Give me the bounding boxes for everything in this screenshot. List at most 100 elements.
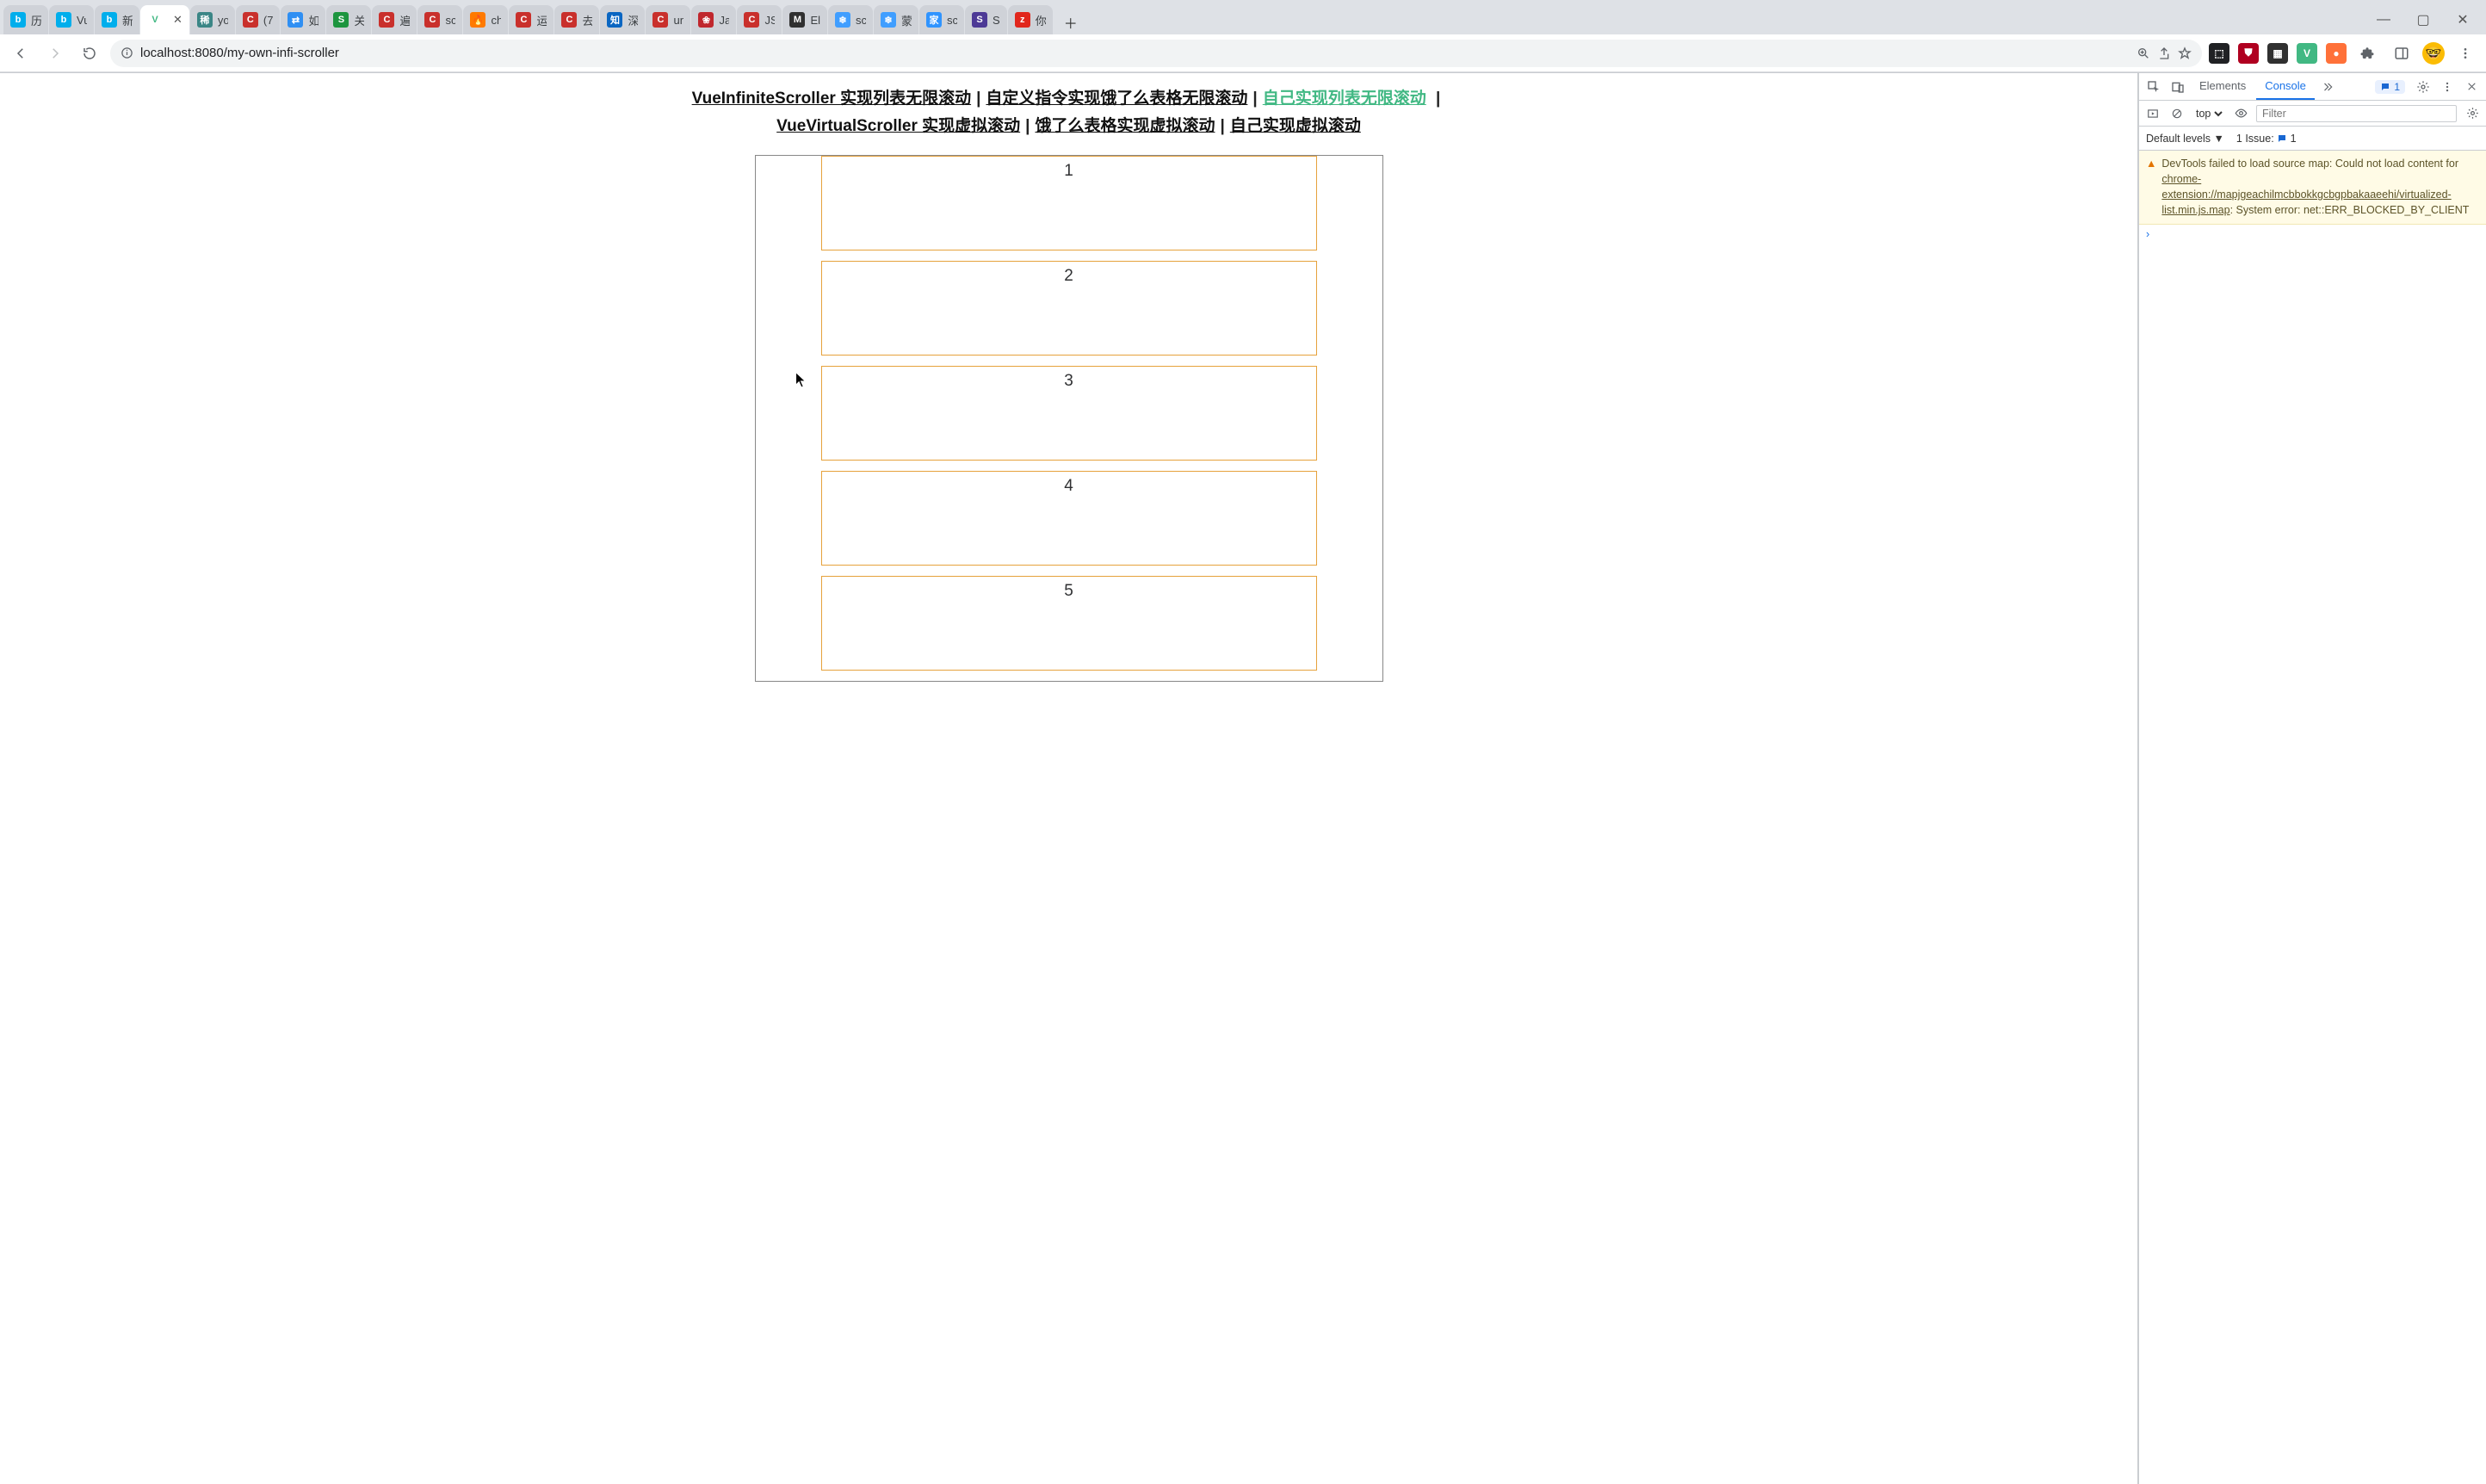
panel-icon: [2394, 46, 2409, 61]
tab-favicon: C: [243, 12, 258, 28]
chrome-menu-button[interactable]: [2452, 40, 2479, 67]
browser-tab[interactable]: 知深: [600, 5, 645, 34]
browser-tab[interactable]: ❄蒙: [874, 5, 918, 34]
browser-tab[interactable]: Csc: [417, 5, 462, 34]
profile-avatar[interactable]: 🤓: [2422, 42, 2445, 65]
browser-tab[interactable]: C遍: [372, 5, 417, 34]
device-toolbar-button[interactable]: [2167, 76, 2189, 98]
browser-tab[interactable]: 🔥ch: [463, 5, 508, 34]
clear-console-button[interactable]: [2168, 102, 2186, 125]
play-box-icon: [2147, 108, 2159, 120]
console-context-select[interactable]: top: [2192, 107, 2225, 121]
extension-icon[interactable]: ▦: [2267, 43, 2288, 64]
live-expression-button[interactable]: [2232, 102, 2249, 125]
tab-close-button[interactable]: ✕: [173, 13, 182, 27]
bookmark-star-icon[interactable]: [2178, 46, 2192, 60]
forward-button[interactable]: [41, 40, 69, 67]
share-icon[interactable]: [2157, 46, 2171, 60]
devtools-close-button[interactable]: [2460, 76, 2483, 98]
browser-tab[interactable]: V✕: [140, 5, 189, 34]
window-maximize-button[interactable]: ▢: [2403, 5, 2443, 34]
sidepanel-button[interactable]: [2388, 40, 2415, 67]
zoom-icon[interactable]: [2137, 46, 2150, 60]
browser-tab[interactable]: Cun: [646, 5, 690, 34]
browser-tab[interactable]: CJS: [737, 5, 782, 34]
kebab-icon: [2441, 81, 2453, 93]
devtools-settings-button[interactable]: [2412, 76, 2434, 98]
browser-tab[interactable]: SS: [965, 5, 1007, 34]
nav-link[interactable]: 自定义指令实现饿了么表格无限滚动: [986, 90, 1247, 108]
tab-title: (7: [263, 14, 274, 27]
tab-title: S: [993, 14, 1000, 27]
tab-favicon: b: [10, 12, 26, 28]
tab-favicon: C: [744, 12, 759, 28]
console-prompt[interactable]: ›: [2139, 225, 2486, 244]
console-settings-button[interactable]: [2464, 102, 2481, 125]
tab-favicon: 稀: [197, 12, 213, 28]
omnibox[interactable]: localhost:8080/my-own-infi-scroller: [110, 40, 2202, 67]
site-info-icon[interactable]: [121, 46, 133, 59]
browser-tab[interactable]: MEl: [782, 5, 827, 34]
list-item: 2: [821, 261, 1317, 356]
console-output[interactable]: ▲ DevTools failed to load source map: Co…: [2139, 151, 2486, 1484]
nav-link[interactable]: VueVirtualScroller 实现虚拟滚动: [776, 117, 1020, 135]
console-filter-input[interactable]: [2256, 105, 2457, 122]
tab-favicon: S: [333, 12, 349, 28]
extension-icon[interactable]: ⛊: [2238, 43, 2259, 64]
devtools-error-count: 1: [2394, 81, 2400, 93]
window-close-button[interactable]: ✕: [2443, 5, 2483, 34]
tab-title: 去: [582, 12, 592, 28]
browser-tab[interactable]: b历: [3, 5, 48, 34]
browser-tab[interactable]: C去: [554, 5, 599, 34]
devtools-tab-console[interactable]: Console: [2256, 73, 2315, 100]
tab-favicon: ⇄: [288, 12, 303, 28]
log-levels-dropdown[interactable]: Default levels ▼: [2146, 133, 2224, 145]
devtools-tab-elements[interactable]: Elements: [2191, 73, 2254, 100]
tab-title: 运: [536, 12, 547, 28]
arrow-right-icon: [47, 46, 63, 61]
browser-tab[interactable]: ❀Ja: [691, 5, 736, 34]
warning-icon: ▲: [2146, 156, 2156, 219]
nav-link[interactable]: 自己实现列表无限滚动: [1263, 90, 1426, 108]
browser-tab[interactable]: ⇄如: [281, 5, 325, 34]
nav-link[interactable]: 自己实现虚拟滚动: [1230, 117, 1361, 135]
tab-title: Vu: [77, 14, 87, 27]
inspect-element-button[interactable]: [2143, 76, 2165, 98]
tab-title: 蒙: [901, 12, 912, 28]
tab-title: 新: [122, 12, 133, 28]
tab-favicon: C: [652, 12, 668, 28]
message-icon: [2277, 133, 2287, 144]
infinite-scroll-container[interactable]: 12345: [755, 155, 1383, 682]
browser-tab[interactable]: 稀yo: [190, 5, 235, 34]
list-item: 3: [821, 366, 1317, 461]
browser-tab[interactable]: 家sc: [919, 5, 964, 34]
page-area[interactable]: VueInfiniteScroller 实现列表无限滚动|自定义指令实现饿了么表…: [0, 73, 2138, 1484]
nav-separator: |: [971, 90, 986, 108]
browser-tab[interactable]: ❄sc: [828, 5, 873, 34]
devtools-more-tabs[interactable]: [2316, 76, 2339, 98]
new-tab-button[interactable]: ＋: [1059, 10, 1083, 34]
nav-link[interactable]: VueInfiniteScroller 实现列表无限滚动: [692, 90, 971, 108]
tab-title: 你: [1036, 12, 1046, 28]
extension-icon[interactable]: ●: [2326, 43, 2347, 64]
issues-link[interactable]: 1 Issue: 1: [2236, 133, 2297, 145]
browser-tab[interactable]: S关: [326, 5, 371, 34]
browser-tab[interactable]: z你: [1008, 5, 1053, 34]
devtools-menu-button[interactable]: [2436, 76, 2458, 98]
browser-tab[interactable]: bVu: [49, 5, 94, 34]
back-button[interactable]: [7, 40, 34, 67]
tab-favicon: 知: [607, 12, 622, 28]
reload-button[interactable]: [76, 40, 103, 67]
browser-tab[interactable]: C运: [509, 5, 553, 34]
console-sidebar-toggle[interactable]: [2144, 102, 2161, 125]
browser-tab[interactable]: C (7: [236, 5, 281, 34]
extensions-button[interactable]: [2353, 40, 2381, 67]
devtools-error-badge[interactable]: 1: [2375, 80, 2405, 94]
browser-tab[interactable]: b新: [95, 5, 139, 34]
tab-favicon: C: [516, 12, 531, 28]
extension-icon[interactable]: V: [2297, 43, 2317, 64]
window-minimize-button[interactable]: —: [2364, 5, 2403, 34]
workspace: VueInfiniteScroller 实现列表无限滚动|自定义指令实现饿了么表…: [0, 73, 2486, 1484]
nav-link[interactable]: 饿了么表格实现虚拟滚动: [1035, 117, 1215, 135]
extension-icon[interactable]: ⬚: [2209, 43, 2229, 64]
